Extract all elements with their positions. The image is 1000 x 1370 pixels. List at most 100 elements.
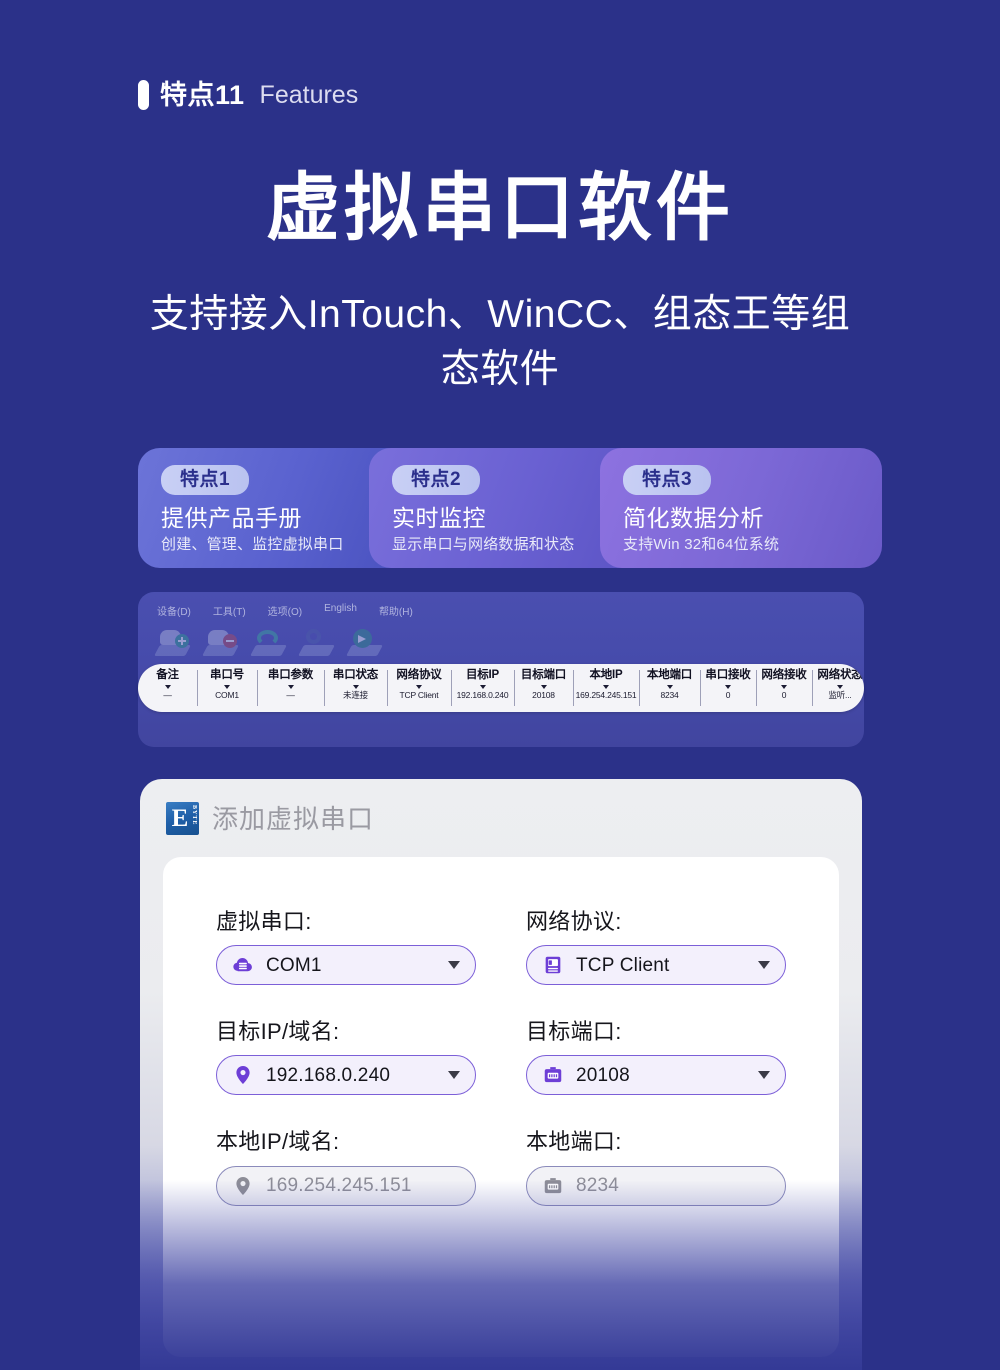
field-virtual-serial-port: 虚拟串口: COM1 — [216, 909, 476, 986]
menu-item-english[interactable]: English — [324, 603, 357, 618]
sort-caret-icon[interactable] — [725, 684, 731, 689]
add-virtual-serial-port-dialog: E BYTE 添加虚拟串口 虚拟串口: COM1 网络协议: TCP Clien… — [140, 779, 862, 1370]
table-column-serial-params[interactable]: 串口参数 — — [257, 664, 324, 712]
menu-item-tools[interactable]: 工具(T) — [213, 603, 246, 618]
cloud-server-icon — [233, 958, 252, 972]
column-label: 网络协议 — [396, 669, 442, 681]
port-door-icon — [544, 1177, 562, 1193]
sort-caret-icon[interactable] — [837, 684, 843, 689]
feature-desc-3: 支持Win 32和64位系统 — [623, 535, 780, 553]
column-label: 目标IP — [465, 669, 500, 681]
table-column-remark[interactable]: 备注 — — [138, 664, 197, 712]
sort-caret-icon[interactable] — [666, 684, 673, 689]
monitor-icon — [545, 956, 561, 974]
chevron-down-icon[interactable] — [758, 961, 770, 970]
table-column-serial-state[interactable]: 串口状态 未连接 — [324, 664, 387, 712]
app-menubar[interactable]: 设备(D) 工具(T) 选项(O) English 帮助(H) — [138, 592, 864, 618]
virtual-port-select[interactable]: COM1 — [216, 945, 476, 986]
column-value: TCP Client — [399, 689, 439, 700]
feature-badge-3: 特点3 — [623, 465, 712, 496]
column-label: 目标端口 — [520, 669, 567, 681]
table-column-target-ip[interactable]: 目标IP 192.168.0.240 — [451, 664, 514, 712]
ebyte-logo-icon: E BYTE — [166, 802, 199, 835]
sort-caret-icon[interactable] — [416, 684, 422, 689]
column-value: 20108 — [532, 689, 555, 700]
chevron-down-icon[interactable] — [448, 961, 460, 970]
field-value: COM1 — [266, 954, 322, 976]
vertical-bar-icon — [138, 80, 149, 110]
sort-caret-icon[interactable] — [287, 684, 294, 689]
menu-item-help[interactable]: 帮助(H) — [379, 603, 413, 618]
chevron-down-icon[interactable] — [758, 1071, 770, 1080]
menu-item-options[interactable]: 选项(O) — [268, 603, 302, 618]
field-label: 虚拟串口: — [216, 909, 312, 934]
start-icon[interactable] — [346, 627, 383, 657]
field-label: 网络协议: — [526, 909, 622, 934]
page-subtitle: 支持接入InTouch、WinCC、组态王等组态软件 — [149, 293, 851, 392]
settings-device-icon[interactable] — [298, 627, 335, 657]
field-local-ip: 本地IP/域名: 169.254.245.151 — [216, 1130, 476, 1206]
location-pin-icon — [236, 1066, 250, 1085]
sort-caret-icon[interactable] — [781, 684, 787, 689]
table-column-network-state[interactable]: 网络状态 监听... — [812, 664, 864, 712]
column-label: 备注 — [156, 669, 179, 681]
field-value: 169.254.245.151 — [266, 1175, 412, 1197]
target-port-select[interactable]: 20108 — [526, 1055, 786, 1096]
table-column-target-port[interactable]: 目标端口 20108 — [514, 664, 573, 712]
column-value: 0 — [781, 689, 787, 700]
table-column-local-port[interactable]: 本地端口 8234 — [639, 664, 700, 712]
sort-caret-icon[interactable] — [540, 684, 547, 689]
feature-badge-2: 特点2 — [392, 465, 481, 496]
field-network-protocol: 网络协议: TCP Client — [526, 909, 786, 986]
target-ip-select[interactable]: 192.168.0.240 — [216, 1055, 476, 1096]
field-value: 20108 — [576, 1064, 630, 1086]
table-column-network-rx[interactable]: 网络接收 0 — [756, 664, 812, 712]
field-label: 本地端口: — [526, 1129, 622, 1155]
field-label: 目标端口: — [526, 1019, 622, 1045]
eyebrow-cn-label: 特点11 — [160, 79, 245, 110]
sort-caret-icon[interactable] — [479, 684, 486, 689]
logo-brand-text: BYTE — [191, 805, 197, 826]
feature-heading-3: 简化数据分析 — [623, 505, 764, 532]
column-value: 监听... — [828, 689, 852, 700]
sort-caret-icon[interactable] — [164, 684, 171, 689]
feature-card-3: 特点3 简化数据分析 支持Win 32和64位系统 — [600, 448, 882, 568]
table-column-local-ip[interactable]: 本地IP 169.254.245.151 — [573, 664, 639, 712]
add-device-icon[interactable] — [154, 627, 191, 657]
port-door-icon — [544, 1067, 562, 1083]
field-label: 目标IP/域名: — [216, 1019, 340, 1045]
column-label: 串口号 — [210, 669, 244, 681]
dialog-body: 虚拟串口: COM1 网络协议: TCP Client 目标IP/域名: 192… — [163, 857, 839, 1357]
column-label: 网络接收 — [761, 669, 807, 681]
table-column-protocol[interactable]: 网络协议 TCP Client — [387, 664, 451, 712]
column-value: 未连接 — [343, 689, 368, 700]
refresh-icon[interactable] — [250, 627, 287, 657]
column-value: 169.254.245.151 — [575, 689, 637, 700]
column-label: 串口参数 — [267, 669, 314, 681]
column-value: 8234 — [660, 689, 679, 700]
table-column-serial-rx[interactable]: 串口接收 0 — [700, 664, 756, 712]
remove-device-icon[interactable] — [202, 627, 239, 657]
column-value: 0 — [725, 689, 731, 700]
sort-caret-icon[interactable] — [352, 684, 359, 689]
chevron-down-icon[interactable] — [448, 1071, 460, 1080]
field-target-port: 目标端口: 20108 — [526, 1019, 786, 1096]
column-value: — — [286, 689, 295, 700]
eyebrow-en-label: Features — [259, 80, 359, 109]
column-value: 192.168.0.240 — [456, 689, 509, 700]
column-label: 网络状态 — [817, 669, 863, 681]
menu-item-device[interactable]: 设备(D) — [157, 603, 191, 618]
section-eyebrow: 特点11 Features — [138, 80, 358, 110]
table-column-com-port[interactable]: 串口号 COM1 — [197, 664, 257, 712]
local-ip-input: 169.254.245.151 — [216, 1165, 476, 1206]
page-title: 虚拟串口软件 — [266, 166, 734, 249]
field-value: TCP Client — [576, 954, 670, 976]
feature-badge-1: 特点1 — [161, 465, 250, 496]
network-protocol-select[interactable]: TCP Client — [526, 945, 786, 986]
column-value: — — [163, 689, 172, 700]
sort-caret-icon[interactable] — [224, 684, 230, 689]
field-value: 8234 — [576, 1175, 620, 1197]
column-label: 串口状态 — [332, 669, 379, 681]
location-pin-icon — [236, 1176, 250, 1195]
sort-caret-icon[interactable] — [603, 684, 609, 689]
